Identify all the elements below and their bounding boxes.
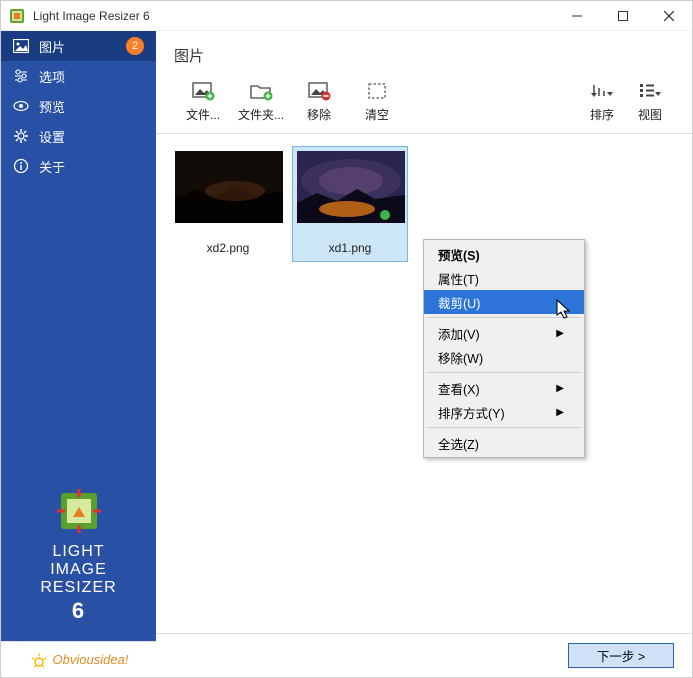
image-count-badge: 2 xyxy=(126,37,144,55)
sidebar-item-about[interactable]: 关于 xyxy=(1,151,156,181)
maximize-button[interactable] xyxy=(600,1,646,31)
clear-icon xyxy=(364,80,390,102)
sort-button[interactable]: 排序 xyxy=(578,80,626,123)
sidebar-item-settings[interactable]: 设置 xyxy=(1,121,156,151)
app-logo-icon xyxy=(55,487,103,535)
ctx-properties[interactable]: 属性(T) xyxy=(424,266,584,290)
thumbnail-caption: xd2.png xyxy=(175,241,281,255)
sliders-icon xyxy=(13,68,29,84)
ctx-selectall[interactable]: 全选(Z) xyxy=(424,431,584,455)
footer: 下一步 > xyxy=(156,633,692,677)
app-icon xyxy=(9,8,25,24)
brand-link[interactable]: Obviousidea! xyxy=(1,641,156,677)
thumbnail-image xyxy=(175,151,283,223)
remove-icon xyxy=(306,80,332,102)
sidebar-item-images[interactable]: 图片 2 xyxy=(1,31,156,61)
ctx-preview[interactable]: 预览(S) xyxy=(424,242,584,266)
submenu-arrow-icon: ▶ xyxy=(556,407,564,418)
thumbnail-item[interactable]: xd2.png xyxy=(170,146,286,262)
submenu-arrow-icon: ▶ xyxy=(556,328,564,339)
sidebar: 图片 2 选项 预览 设置 关于 xyxy=(1,31,156,677)
submenu-arrow-icon: ▶ xyxy=(556,383,564,394)
gear-icon xyxy=(13,128,29,144)
sidebar-item-label: 关于 xyxy=(39,157,65,176)
ctx-crop[interactable]: 裁剪(U) xyxy=(424,290,584,314)
ctx-view[interactable]: 查看(X)▶ xyxy=(424,376,584,400)
close-button[interactable] xyxy=(646,1,692,31)
sidebar-item-label: 图片 xyxy=(39,37,65,56)
lightbulb-icon xyxy=(29,651,49,669)
eye-icon xyxy=(13,98,29,114)
sidebar-item-label: 预览 xyxy=(39,97,65,116)
title-bar: Light Image Resizer 6 xyxy=(1,1,692,31)
app-logo-text: LIGHT IMAGE RESIZER 6 xyxy=(11,543,146,623)
window-title: Light Image Resizer 6 xyxy=(33,9,554,23)
ctx-separator xyxy=(426,427,582,428)
next-button[interactable]: 下一步 > xyxy=(568,643,674,668)
sidebar-item-options[interactable]: 选项 xyxy=(1,61,156,91)
view-button[interactable]: 视图 xyxy=(626,80,674,123)
info-icon xyxy=(13,158,29,174)
minimize-button[interactable] xyxy=(554,1,600,31)
file-add-icon xyxy=(190,80,216,102)
ctx-remove[interactable]: 移除(W) xyxy=(424,345,584,369)
sidebar-item-preview[interactable]: 预览 xyxy=(1,91,156,121)
sidebar-item-label: 选项 xyxy=(39,67,65,86)
page-title: 图片 xyxy=(156,31,692,76)
toolbar: 文件... 文件夹... 移除 清空 排序 视图 xyxy=(156,76,692,134)
sort-icon xyxy=(589,80,615,102)
clear-button[interactable]: 清空 xyxy=(348,80,406,123)
add-folder-button[interactable]: 文件夹... xyxy=(232,80,290,123)
ctx-separator xyxy=(426,317,582,318)
image-icon xyxy=(13,38,29,54)
thumbnail-image xyxy=(297,151,405,223)
thumbnail-item[interactable]: xd1.png xyxy=(292,146,408,262)
context-menu: 预览(S) 属性(T) 裁剪(U) 添加(V)▶ 移除(W) 查看(X)▶ 排序… xyxy=(423,239,585,458)
remove-button[interactable]: 移除 xyxy=(290,80,348,123)
ctx-separator xyxy=(426,372,582,373)
thumbnail-caption: xd1.png xyxy=(297,241,403,255)
view-icon xyxy=(637,80,663,102)
folder-add-icon xyxy=(248,80,274,102)
add-file-button[interactable]: 文件... xyxy=(174,80,232,123)
ctx-add[interactable]: 添加(V)▶ xyxy=(424,321,584,345)
sidebar-item-label: 设置 xyxy=(39,127,65,146)
app-logo-block: LIGHT IMAGE RESIZER 6 xyxy=(1,487,156,641)
ctx-sort[interactable]: 排序方式(Y)▶ xyxy=(424,400,584,424)
